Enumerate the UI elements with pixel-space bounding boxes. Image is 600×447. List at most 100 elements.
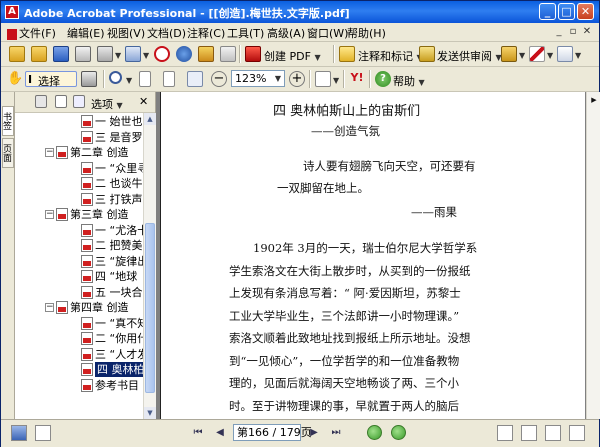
save-icon[interactable] bbox=[53, 46, 69, 62]
fit-width-icon[interactable] bbox=[187, 71, 203, 87]
pen-icon[interactable] bbox=[529, 46, 545, 62]
snapshot-icon[interactable] bbox=[81, 71, 97, 87]
send-review-button[interactable]: 发送供审阅 ▼ bbox=[437, 48, 502, 64]
zoom-out-icon[interactable]: − bbox=[211, 71, 227, 87]
new-bookmark-icon[interactable] bbox=[55, 95, 67, 108]
actual-size-icon[interactable] bbox=[139, 71, 151, 87]
body-line: 时。至于讲物理课的事，早就置于两人的脑后 bbox=[229, 398, 459, 413]
help-button[interactable]: 帮助 ▼ bbox=[393, 73, 425, 89]
bookmark-page-icon bbox=[56, 208, 68, 221]
bookmark-page-icon bbox=[81, 239, 93, 252]
navigation-tabs: 书签 页面 bbox=[1, 92, 15, 419]
bookmark-label: 第三章 创造 bbox=[70, 208, 129, 221]
close-button[interactable]: ✕ bbox=[577, 3, 594, 20]
previous-view-icon[interactable] bbox=[367, 425, 382, 440]
bookmark-label: 第二章 创造 bbox=[70, 146, 129, 159]
close-panel-icon[interactable]: ✕ bbox=[139, 95, 148, 108]
review-icon[interactable] bbox=[198, 46, 214, 62]
zoom-in-icon[interactable]: + bbox=[289, 71, 305, 87]
chevron-down-icon[interactable]: ▼ bbox=[143, 51, 149, 60]
toolbar-navigation: ✋ I 选择 ▼ − 123% ▼ + ▼ Y! ? 帮助 ▼ bbox=[1, 67, 599, 92]
hand-tool-icon[interactable]: ✋ bbox=[7, 71, 23, 87]
continuous-facing-icon[interactable] bbox=[569, 425, 585, 441]
chevron-down-icon[interactable]: ▼ bbox=[519, 51, 525, 60]
continuous-icon[interactable] bbox=[521, 425, 537, 441]
fit-page-icon[interactable] bbox=[163, 71, 175, 87]
print-icon[interactable] bbox=[75, 46, 91, 62]
lock-icon[interactable] bbox=[501, 46, 517, 62]
scroll-up-icon[interactable]: ▲ bbox=[144, 113, 156, 125]
menu-file[interactable]: 文件(F) bbox=[7, 25, 56, 41]
chevron-down-icon[interactable]: ▼ bbox=[575, 51, 581, 60]
next-view-icon[interactable] bbox=[391, 425, 406, 440]
open-folder-icon[interactable] bbox=[9, 46, 25, 62]
menu-help[interactable]: 帮助(H) bbox=[347, 25, 386, 41]
chevron-down-icon[interactable]: ▼ bbox=[333, 76, 339, 85]
chevron-down-icon[interactable]: ▼ bbox=[126, 76, 132, 85]
bookmark-page-icon bbox=[81, 223, 93, 237]
page-number-input[interactable]: 第166 / 179页 bbox=[233, 424, 312, 441]
body-line: 上发现有条消息写着：“ 阿·爱因斯坦，苏黎士 bbox=[229, 286, 461, 300]
previous-page-icon[interactable]: ◀ bbox=[213, 426, 227, 440]
next-page-icon[interactable]: ▶ bbox=[307, 426, 321, 440]
bookmark-label: 三 “旋律出 bbox=[95, 254, 143, 268]
last-page-icon[interactable]: ⏭ bbox=[329, 426, 343, 440]
collapse-toggle-icon[interactable]: − bbox=[45, 148, 54, 157]
organizer-icon[interactable] bbox=[31, 46, 47, 62]
chevron-down-icon: ▼ bbox=[314, 53, 321, 62]
chevron-down-icon[interactable]: ▼ bbox=[115, 51, 121, 60]
maximize-button[interactable]: □ bbox=[558, 3, 575, 20]
comment-markup-button[interactable]: 注释和标记 ▼ bbox=[358, 48, 423, 64]
document-scrollbar[interactable]: ▶ bbox=[586, 92, 600, 419]
minimize-button[interactable]: _ bbox=[539, 3, 556, 20]
body-line: 到“一见倾心”，一位学哲学的和一位准备教物 bbox=[229, 353, 460, 368]
attach-icon[interactable] bbox=[125, 46, 141, 62]
single-page-icon[interactable] bbox=[497, 425, 513, 441]
yahoo-icon[interactable]: Y! bbox=[349, 71, 365, 87]
chevron-down-icon[interactable]: ▼ bbox=[547, 51, 553, 60]
page-thumbnail-icon[interactable] bbox=[35, 425, 51, 441]
first-page-icon[interactable]: ⏮ bbox=[191, 426, 205, 440]
zoom-tool-icon[interactable] bbox=[109, 71, 122, 84]
secure-icon[interactable] bbox=[154, 46, 170, 62]
collapse-toggle-icon[interactable]: − bbox=[45, 210, 54, 219]
document-view[interactable]: 四 奥林帕斯山上的宙斯们 ——创造气氛 诗人要有翅膀飞向天空，可还要有 一双脚留… bbox=[156, 92, 586, 419]
options-menu[interactable]: 选项 ▼ bbox=[91, 96, 123, 112]
toolbar-file: ▼ ▼ 创建 PDF ▼ 注释和标记 ▼ 发送供审阅 ▼ ▼ ▼ ▼ bbox=[1, 42, 599, 67]
menu-comments[interactable]: 注释(C) bbox=[187, 25, 225, 41]
bookmark-page-icon bbox=[81, 270, 93, 283]
menu-document[interactable]: 文档(D) bbox=[147, 25, 186, 41]
menu-tools[interactable]: 工具(T) bbox=[227, 25, 264, 41]
doc-minimize-icon[interactable]: _ bbox=[553, 26, 565, 38]
section-subheading: ——创造气氛 bbox=[311, 124, 380, 138]
facing-icon[interactable] bbox=[545, 425, 561, 441]
delete-bookmark-icon[interactable] bbox=[35, 95, 47, 108]
menu-edit[interactable]: 编辑(E) bbox=[67, 25, 105, 41]
tab-bookmarks[interactable]: 书签 bbox=[1, 106, 14, 136]
expand-bookmark-icon[interactable] bbox=[73, 95, 85, 108]
bookmark-label: 二 把赞美 bbox=[95, 239, 143, 252]
select-tool-button[interactable]: I 选择 bbox=[25, 71, 77, 88]
bookmark-page-icon bbox=[56, 146, 68, 159]
scroll-down-icon[interactable]: ▼ bbox=[144, 407, 156, 419]
doc-restore-icon[interactable]: ▫ bbox=[567, 26, 579, 38]
tab-pages[interactable]: 页面 bbox=[1, 138, 14, 168]
screen-icon[interactable] bbox=[11, 425, 27, 441]
doc-close-icon[interactable]: ✕ bbox=[581, 26, 593, 38]
scroll-thumb[interactable] bbox=[145, 223, 155, 393]
bookmark-scrollbar[interactable]: ▲ ▼ bbox=[143, 113, 156, 419]
body-line: 1902年 3月的一天，瑞士伯尔尼大学哲学系 bbox=[253, 241, 478, 255]
panel-collapse-icon[interactable]: ▶ bbox=[588, 94, 600, 106]
collapse-toggle-icon[interactable]: − bbox=[45, 303, 54, 312]
menu-window[interactable]: 窗口(W) bbox=[307, 25, 348, 41]
bookmark-page-icon bbox=[81, 378, 93, 392]
rotate-view-icon[interactable] bbox=[315, 71, 331, 87]
email-icon[interactable] bbox=[97, 46, 113, 62]
menu-advanced[interactable]: 高级(A) bbox=[267, 25, 305, 41]
signature-icon[interactable] bbox=[220, 46, 236, 62]
create-pdf-button[interactable]: 创建 PDF ▼ bbox=[264, 48, 321, 64]
menu-view[interactable]: 视图(V) bbox=[107, 25, 145, 41]
zoom-input[interactable]: 123% ▼ bbox=[231, 70, 285, 87]
forms-icon[interactable] bbox=[557, 46, 573, 62]
search-web-icon[interactable] bbox=[176, 46, 192, 62]
